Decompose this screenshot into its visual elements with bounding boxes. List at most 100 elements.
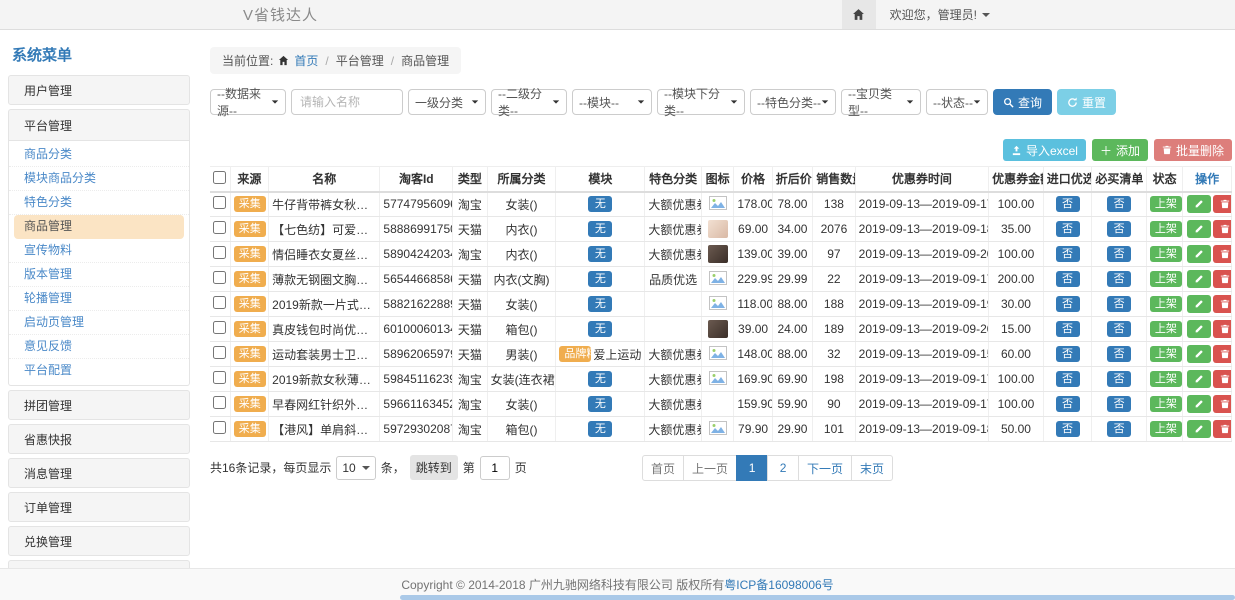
- search-button[interactable]: 查询: [993, 89, 1052, 115]
- delete-button[interactable]: [1213, 270, 1231, 288]
- module-none-badge[interactable]: 无: [588, 296, 612, 312]
- sidebar-item[interactable]: 商品分类: [9, 143, 189, 167]
- edit-button[interactable]: [1187, 370, 1211, 388]
- module-none-badge[interactable]: 无: [588, 321, 612, 337]
- page-button[interactable]: 1: [736, 455, 768, 481]
- edit-button[interactable]: [1187, 295, 1211, 313]
- delete-button[interactable]: [1213, 245, 1231, 263]
- must-buy-toggle[interactable]: 否: [1107, 396, 1131, 412]
- per-page-select[interactable]: 10: [336, 456, 375, 480]
- filter-select[interactable]: --二级分类--: [491, 89, 567, 115]
- must-buy-toggle[interactable]: 否: [1107, 246, 1131, 262]
- edit-button[interactable]: [1187, 270, 1211, 288]
- must-buy-toggle[interactable]: 否: [1107, 346, 1131, 362]
- import-select-toggle[interactable]: 否: [1056, 221, 1080, 237]
- module-none-badge[interactable]: 无: [588, 396, 612, 412]
- module-badge[interactable]: 品牌精选: [559, 346, 591, 362]
- sidebar-panel-header[interactable]: 拼团管理: [8, 390, 190, 420]
- add-button[interactable]: ＋ 添加: [1092, 139, 1148, 161]
- row-checkbox[interactable]: [213, 296, 226, 309]
- row-checkbox[interactable]: [213, 221, 226, 234]
- row-checkbox[interactable]: [213, 271, 226, 284]
- page-button[interactable]: 下一页: [798, 455, 852, 481]
- delete-button[interactable]: [1213, 195, 1231, 213]
- status-badge[interactable]: 上架: [1150, 396, 1182, 412]
- delete-button[interactable]: [1213, 395, 1231, 413]
- delete-button[interactable]: [1213, 220, 1231, 238]
- status-badge[interactable]: 上架: [1150, 421, 1182, 437]
- batch-delete-button[interactable]: 批量删除: [1154, 139, 1232, 161]
- sidebar-item[interactable]: 启动页管理: [9, 311, 189, 335]
- status-badge[interactable]: 上架: [1150, 296, 1182, 312]
- status-badge[interactable]: 上架: [1150, 196, 1182, 212]
- sidebar-item[interactable]: 宣传物料: [9, 239, 189, 263]
- row-checkbox[interactable]: [213, 346, 226, 359]
- filter-select[interactable]: --数据来源--: [210, 89, 286, 115]
- page-button[interactable]: 上一页: [683, 455, 737, 481]
- sidebar-item[interactable]: 特色分类: [9, 191, 189, 215]
- filter-select[interactable]: --状态--: [926, 89, 988, 115]
- status-badge[interactable]: 上架: [1150, 346, 1182, 362]
- edit-button[interactable]: [1187, 195, 1211, 213]
- must-buy-toggle[interactable]: 否: [1107, 196, 1131, 212]
- status-badge[interactable]: 上架: [1150, 371, 1182, 387]
- sidebar-panel-header[interactable]: 平台管理: [8, 109, 190, 141]
- filter-select[interactable]: --模块--: [572, 89, 652, 115]
- select-all-checkbox[interactable]: [213, 171, 226, 184]
- jump-button[interactable]: 跳转到: [410, 455, 458, 480]
- name-search-input[interactable]: [291, 89, 403, 115]
- icp-link[interactable]: 粤ICP备16098006号: [724, 576, 833, 593]
- filter-select[interactable]: 一级分类: [408, 89, 486, 115]
- must-buy-toggle[interactable]: 否: [1107, 321, 1131, 337]
- page-button[interactable]: 首页: [642, 455, 684, 481]
- status-badge[interactable]: 上架: [1150, 246, 1182, 262]
- status-badge[interactable]: 上架: [1150, 321, 1182, 337]
- module-none-badge[interactable]: 无: [588, 196, 612, 212]
- row-checkbox[interactable]: [213, 196, 226, 209]
- edit-button[interactable]: [1187, 320, 1211, 338]
- import-select-toggle[interactable]: 否: [1056, 246, 1080, 262]
- row-checkbox[interactable]: [213, 321, 226, 334]
- must-buy-toggle[interactable]: 否: [1107, 371, 1131, 387]
- module-none-badge[interactable]: 无: [588, 421, 612, 437]
- sidebar-item[interactable]: 版本管理: [9, 263, 189, 287]
- import-select-toggle[interactable]: 否: [1056, 421, 1080, 437]
- module-none-badge[interactable]: 无: [588, 221, 612, 237]
- must-buy-toggle[interactable]: 否: [1107, 421, 1131, 437]
- sidebar-panel-header[interactable]: 省惠快报: [8, 424, 190, 454]
- sidebar-panel-header[interactable]: 统计管理: [8, 560, 190, 568]
- home-button[interactable]: [842, 0, 876, 29]
- delete-button[interactable]: [1213, 345, 1231, 363]
- delete-button[interactable]: [1213, 370, 1231, 388]
- module-none-badge[interactable]: 无: [588, 246, 612, 262]
- sidebar-item[interactable]: 模块商品分类: [9, 167, 189, 191]
- import-select-toggle[interactable]: 否: [1056, 396, 1080, 412]
- user-menu[interactable]: 欢迎您，管理员!: [890, 6, 990, 23]
- must-buy-toggle[interactable]: 否: [1107, 296, 1131, 312]
- import-select-toggle[interactable]: 否: [1056, 371, 1080, 387]
- row-checkbox[interactable]: [213, 246, 226, 259]
- reset-button[interactable]: 重置: [1057, 89, 1116, 115]
- delete-button[interactable]: [1213, 295, 1231, 313]
- breadcrumb-home-link[interactable]: 首页: [294, 52, 318, 69]
- module-none-badge[interactable]: 无: [588, 271, 612, 287]
- filter-select[interactable]: --模块下分类--: [657, 89, 745, 115]
- must-buy-toggle[interactable]: 否: [1107, 271, 1131, 287]
- edit-button[interactable]: [1187, 420, 1211, 438]
- sidebar-panel-header[interactable]: 用户管理: [8, 75, 190, 105]
- edit-button[interactable]: [1187, 245, 1211, 263]
- page-button[interactable]: 2: [767, 455, 799, 481]
- edit-button[interactable]: [1187, 220, 1211, 238]
- edit-button[interactable]: [1187, 345, 1211, 363]
- import-select-toggle[interactable]: 否: [1056, 296, 1080, 312]
- sidebar-item[interactable]: 意见反馈: [9, 335, 189, 359]
- page-button[interactable]: 末页: [851, 455, 893, 481]
- row-checkbox[interactable]: [213, 371, 226, 384]
- sidebar-item[interactable]: 商品管理: [14, 215, 184, 239]
- sidebar-panel-header[interactable]: 订单管理: [8, 492, 190, 522]
- status-badge[interactable]: 上架: [1150, 271, 1182, 287]
- jump-page-input[interactable]: [480, 456, 510, 480]
- filter-select[interactable]: --宝贝类型--: [841, 89, 921, 115]
- import-select-toggle[interactable]: 否: [1056, 321, 1080, 337]
- module-none-badge[interactable]: 无: [588, 371, 612, 387]
